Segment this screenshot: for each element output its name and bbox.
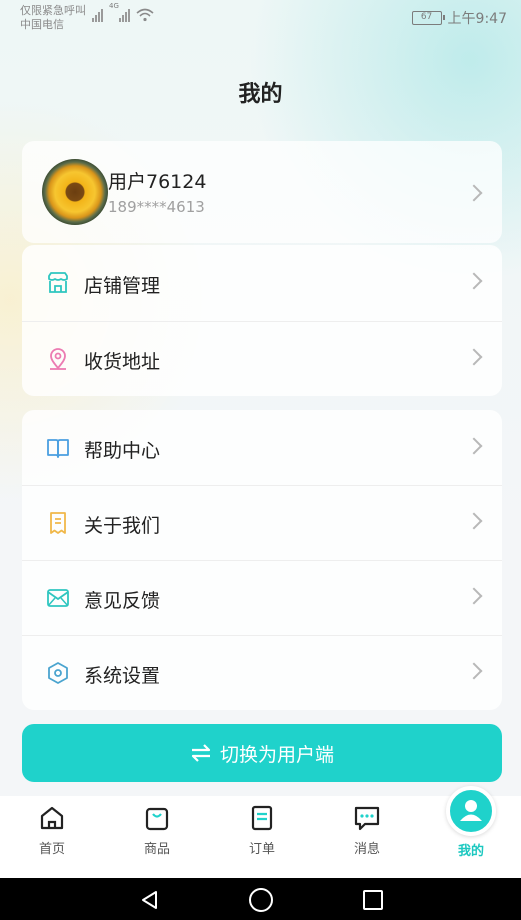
menu-item-store-management[interactable]: 店铺管理 bbox=[22, 245, 502, 320]
menu-item-label: 店铺管理 bbox=[84, 275, 161, 297]
receipt-icon bbox=[50, 512, 66, 534]
chevron-right-icon bbox=[465, 437, 483, 455]
status-right: 67 上午9:47 bbox=[411, 8, 507, 28]
back-icon[interactable] bbox=[140, 890, 160, 910]
location-pin-icon bbox=[50, 348, 66, 370]
chevron-right-icon bbox=[465, 272, 483, 290]
menu-item-label: 关于我们 bbox=[84, 515, 161, 537]
tab-label: 我的 bbox=[457, 844, 484, 859]
tab-label: 商品 bbox=[143, 842, 170, 857]
username: 用户76124 bbox=[108, 171, 207, 193]
store-icon bbox=[48, 272, 68, 293]
tab-label: 订单 bbox=[248, 842, 275, 857]
menu-item-label: 收货地址 bbox=[84, 351, 161, 373]
phone-number: 189****4613 bbox=[108, 198, 205, 216]
menu-item-label: 帮助中心 bbox=[84, 440, 161, 462]
menu-item-help-center[interactable]: 帮助中心 bbox=[22, 410, 502, 485]
home-button-icon[interactable] bbox=[249, 888, 273, 912]
tab-messages[interactable]: 消息 bbox=[327, 804, 407, 857]
chevron-right-icon bbox=[465, 184, 483, 202]
bottom-tab-bar: 首页 商品 订单 消息 我的 bbox=[0, 796, 521, 878]
carrier-line-2: 中国电信 bbox=[20, 18, 64, 31]
tab-label: 首页 bbox=[38, 842, 65, 857]
menu-item-feedback[interactable]: 意见反馈 bbox=[22, 560, 502, 635]
chevron-right-icon bbox=[465, 512, 483, 530]
tab-label: 消息 bbox=[353, 842, 380, 857]
clock: 上午9:47 bbox=[447, 11, 507, 27]
book-icon bbox=[47, 439, 69, 458]
chevron-right-icon bbox=[465, 662, 483, 680]
mail-icon bbox=[47, 589, 69, 607]
status-bar: 仅限紧急呼叫 中国电信 4G 67 上午9:47 bbox=[0, 0, 521, 36]
tab-profile[interactable]: 我的 bbox=[431, 840, 511, 859]
user-icon bbox=[460, 800, 482, 821]
shopping-bag-icon bbox=[145, 807, 169, 831]
system-nav-bar bbox=[0, 878, 521, 920]
wifi-icon bbox=[136, 8, 154, 22]
home-icon bbox=[40, 806, 64, 830]
menu-item-shipping-address[interactable]: 收货地址 bbox=[22, 321, 502, 396]
chat-bubble-icon bbox=[354, 806, 380, 831]
tab-home[interactable]: 首页 bbox=[12, 804, 92, 857]
menu-item-label: 意见反馈 bbox=[84, 590, 161, 612]
switch-button-label: 切换为用户端 bbox=[219, 743, 334, 766]
chevron-right-icon bbox=[465, 587, 483, 605]
menu-item-about-us[interactable]: 关于我们 bbox=[22, 485, 502, 560]
signal-icon bbox=[92, 8, 103, 22]
order-list-icon bbox=[251, 805, 273, 831]
avatar[interactable] bbox=[42, 159, 108, 225]
carrier-info: 仅限紧急呼叫 中国电信 bbox=[20, 4, 86, 32]
chevron-right-icon bbox=[465, 348, 483, 366]
menu-group-general: 帮助中心 关于我们 意见反馈 系统设置 bbox=[22, 410, 502, 710]
menu-group-shop: 店铺管理 收货地址 bbox=[22, 245, 502, 396]
recent-apps-icon[interactable] bbox=[363, 890, 383, 910]
profile-card[interactable] bbox=[22, 141, 502, 243]
tab-products[interactable]: 商品 bbox=[117, 804, 197, 857]
switch-to-user-button[interactable]: 切换为用户端 bbox=[22, 724, 502, 782]
network-type: 4G bbox=[109, 2, 119, 10]
tab-profile-active-indicator[interactable] bbox=[446, 786, 496, 836]
signal-4g-icon: 4G bbox=[109, 2, 130, 22]
carrier-line-1: 仅限紧急呼叫 bbox=[20, 4, 86, 17]
tab-orders[interactable]: 订单 bbox=[222, 804, 302, 857]
signal-indicators: 4G bbox=[92, 2, 154, 22]
settings-hexagon-icon bbox=[48, 662, 68, 684]
menu-item-label: 系统设置 bbox=[84, 665, 161, 687]
menu-item-system-settings[interactable]: 系统设置 bbox=[22, 635, 502, 710]
swap-arrows-icon bbox=[191, 744, 211, 762]
battery-icon: 67 bbox=[411, 11, 445, 25]
page-title: 我的 bbox=[238, 82, 283, 107]
